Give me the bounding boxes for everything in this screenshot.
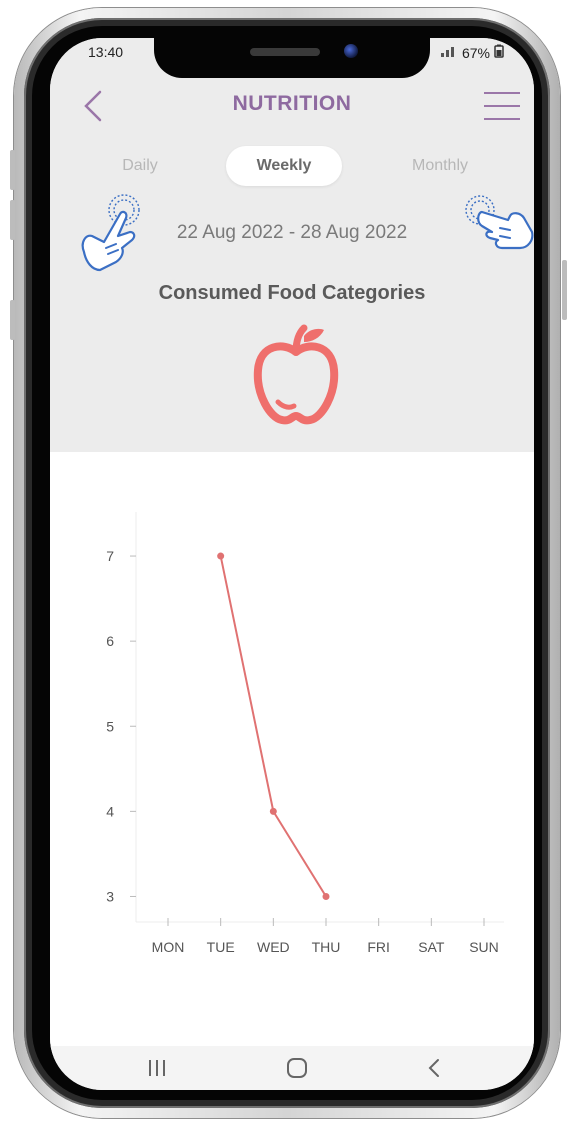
y-tick-label: 5	[106, 718, 114, 734]
nutrition-header: 13:40 67% NUTRITION Daily Weekly Monthly	[50, 38, 534, 452]
recents-icon	[149, 1060, 165, 1076]
volume-button	[10, 150, 15, 190]
apple-icon	[248, 322, 344, 426]
home-icon	[287, 1058, 307, 1078]
consumed-categories-chart: 3 4 5 6 7 MON TUE WED THU FRI SAT SUN	[50, 452, 534, 1050]
notch	[154, 38, 430, 78]
x-tick-label: TUE	[207, 939, 235, 955]
y-tick-label: 6	[106, 633, 114, 649]
page-title: NUTRITION	[232, 92, 352, 115]
back-icon	[428, 1059, 439, 1077]
data-point	[269, 807, 277, 815]
tab-weekly[interactable]: Weekly	[226, 146, 342, 186]
y-tick-label: 3	[106, 888, 114, 904]
x-tick-label: FRI	[367, 939, 390, 955]
battery-icon	[494, 44, 504, 61]
period-tabs: Daily Weekly Monthly	[50, 146, 534, 190]
x-tick-label: WED	[257, 939, 290, 955]
power-button	[562, 260, 567, 320]
speaker	[250, 48, 320, 56]
front-camera	[344, 44, 358, 58]
tab-monthly[interactable]: Monthly	[388, 146, 492, 186]
y-tick-label: 7	[106, 548, 114, 564]
data-point	[322, 892, 330, 900]
x-tick-label: SAT	[418, 939, 445, 955]
x-tick-label: THU	[312, 939, 341, 955]
line-chart: 3 4 5 6 7 MON TUE WED THU FRI SAT SUN	[106, 512, 504, 955]
pointing-hand-icon	[465, 195, 534, 250]
y-tick-label: 4	[106, 803, 114, 819]
nav-back-button[interactable]	[420, 1054, 450, 1082]
menu-button[interactable]	[484, 92, 520, 122]
section-title: Consumed Food Categories	[158, 282, 426, 304]
home-button[interactable]	[282, 1054, 312, 1082]
status-indicators: 67%	[440, 44, 504, 61]
volume-button	[10, 200, 15, 240]
status-time: 13:40	[88, 44, 124, 60]
side-button	[10, 300, 15, 340]
phone-screen: 13:40 67% NUTRITION Daily Weekly Monthly	[50, 38, 534, 1090]
tab-daily[interactable]: Daily	[90, 146, 190, 186]
data-point	[217, 552, 225, 560]
signal-icon	[440, 45, 458, 60]
x-tick-label: SUN	[469, 939, 499, 955]
recents-button[interactable]	[142, 1054, 172, 1082]
x-tick-label: MON	[152, 939, 185, 955]
battery-percent: 67%	[461, 44, 490, 61]
next-week-hand-icon[interactable]	[460, 192, 534, 252]
series-line	[219, 555, 327, 897]
system-nav-bar	[50, 1046, 534, 1090]
